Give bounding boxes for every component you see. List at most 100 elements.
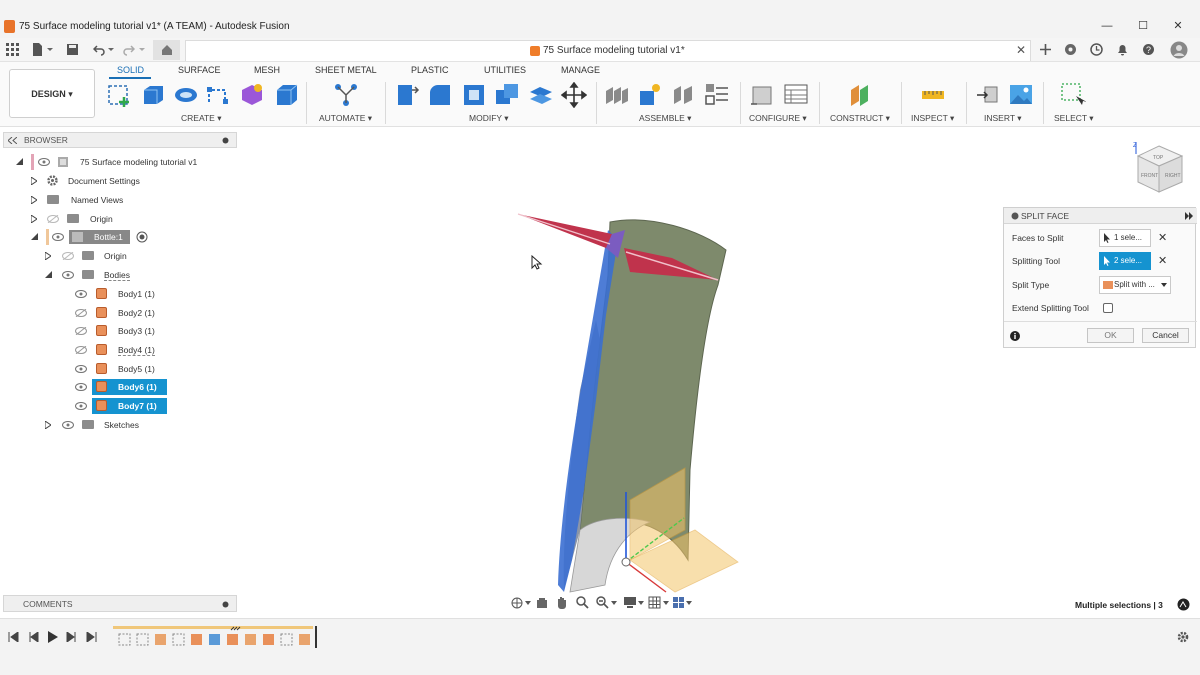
visibility-eye-icon[interactable] (38, 158, 50, 166)
visibility-eye-icon[interactable] (75, 290, 87, 298)
insert-canvas-icon[interactable] (1008, 82, 1034, 108)
expand-dialog-icon[interactable] (1185, 212, 1193, 220)
step-forward-icon[interactable] (66, 632, 77, 642)
clear-splitting-tool-button[interactable]: ✕ (1158, 254, 1167, 267)
extrude-icon[interactable] (140, 82, 166, 108)
tab-solid[interactable]: SOLID (117, 65, 144, 75)
chevron-down-icon[interactable] (611, 601, 617, 605)
splitting-tool-field[interactable]: 2 sele... (1099, 252, 1151, 270)
expanded-triangle-icon[interactable] (45, 271, 52, 278)
tab-plastic[interactable]: PLASTIC (411, 65, 449, 75)
undo-icon[interactable] (93, 43, 106, 56)
tree-root-row[interactable]: 75 Surface modeling tutorial v1 (16, 154, 211, 170)
minimize-button[interactable]: — (1099, 18, 1115, 34)
new-tab-plus-icon[interactable] (1039, 43, 1052, 56)
panel-pin-icon[interactable] (222, 137, 229, 144)
user-avatar-icon[interactable] (1170, 41, 1188, 59)
expanded-triangle-icon[interactable] (16, 158, 23, 165)
fillet-icon[interactable] (427, 82, 453, 108)
modify-group-label[interactable]: MODIFY ▾ (469, 113, 509, 124)
sweep-icon[interactable] (206, 82, 232, 108)
comments-pin-icon[interactable] (222, 601, 229, 608)
tab-sheet-metal[interactable]: SHEET METAL (315, 65, 377, 75)
notifications-bell-icon[interactable] (1116, 43, 1129, 56)
redo-dropdown-icon[interactable] (138, 43, 146, 56)
chevron-down-icon[interactable] (638, 601, 644, 605)
hidden-eye-icon[interactable] (62, 252, 74, 260)
job-status-icon[interactable] (1090, 43, 1103, 56)
grid-snaps-icon[interactable] (648, 596, 661, 609)
collapse-panel-icon[interactable] (8, 137, 17, 144)
redo-icon[interactable] (122, 43, 135, 56)
info-icon[interactable] (1010, 331, 1020, 341)
display-settings-icon[interactable] (623, 596, 637, 609)
activate-component-radio-icon[interactable] (136, 231, 148, 243)
measure-icon[interactable] (920, 82, 946, 108)
visibility-eye-icon[interactable] (62, 421, 74, 429)
tab-surface[interactable]: SURFACE (178, 65, 221, 75)
go-to-start-icon[interactable] (8, 632, 19, 642)
collapsed-triangle-icon[interactable] (31, 215, 37, 223)
collapsed-triangle-icon[interactable] (45, 252, 51, 260)
shell-icon[interactable] (461, 82, 487, 108)
step-back-icon[interactable] (28, 632, 39, 642)
configurations-icon[interactable] (783, 82, 809, 108)
help-icon[interactable]: ? (1142, 43, 1155, 56)
create-group-label[interactable]: CREATE ▾ (181, 113, 221, 124)
parameters-icon[interactable] (749, 82, 775, 108)
offset-face-icon[interactable] (528, 82, 554, 108)
file-icon[interactable] (31, 43, 44, 56)
hidden-eye-icon[interactable] (75, 346, 87, 354)
comments-panel-header[interactable]: COMMENTS (3, 595, 237, 612)
hidden-eye-icon[interactable] (75, 309, 87, 317)
chevron-down-icon[interactable] (686, 601, 692, 605)
workspace-switcher-button[interactable]: DESIGN ▾ (9, 69, 95, 118)
undo-dropdown-icon[interactable] (107, 43, 115, 56)
apps-grid-icon[interactable] (6, 43, 19, 56)
new-component-icon[interactable] (604, 82, 630, 108)
inspect-group-label[interactable]: INSPECT ▾ (911, 113, 954, 124)
orbit-icon[interactable] (511, 597, 523, 609)
go-to-end-icon[interactable] (86, 632, 97, 642)
tab-utilities[interactable]: UTILITIES (484, 65, 526, 75)
pan-hand-icon[interactable] (556, 596, 568, 609)
document-tab[interactable]: 75 Surface modeling tutorial v1* ✕ (185, 40, 1031, 61)
home-tab[interactable] (153, 40, 180, 60)
select-group-label[interactable]: SELECT ▾ (1054, 113, 1094, 124)
revolve-icon[interactable] (173, 82, 199, 108)
zoom-window-icon[interactable] (596, 596, 609, 609)
assemble-group-label[interactable]: ASSEMBLE ▾ (639, 113, 691, 124)
look-at-icon[interactable] (536, 597, 548, 609)
origin-point[interactable] (621, 557, 631, 567)
joint-icon[interactable] (637, 82, 663, 108)
play-icon[interactable] (48, 631, 58, 643)
viewports-icon[interactable] (672, 596, 685, 609)
close-tab-icon[interactable]: ✕ (1016, 43, 1026, 57)
move-copy-icon[interactable] (561, 82, 587, 108)
press-pull-icon[interactable] (394, 82, 420, 108)
automate-icon[interactable] (333, 82, 359, 108)
offset-plane-icon[interactable] (848, 82, 874, 108)
insert-derive-icon[interactable] (975, 82, 1001, 108)
clear-faces-selection-button[interactable]: ✕ (1158, 231, 1167, 244)
construct-group-label[interactable]: CONSTRUCT ▾ (830, 113, 890, 124)
form-icon[interactable] (239, 82, 265, 108)
chevron-down-icon[interactable] (525, 601, 531, 605)
cancel-button[interactable]: Cancel (1142, 328, 1189, 343)
collapsed-triangle-icon[interactable] (45, 421, 51, 429)
viewcube[interactable]: TOP FRONT RIGHT Z (1128, 140, 1190, 202)
extend-splitting-tool-checkbox[interactable] (1103, 303, 1113, 313)
extensions-icon[interactable] (1064, 43, 1077, 56)
split-face-header[interactable]: SPLIT FACE (1004, 208, 1197, 224)
insert-group-label[interactable]: INSERT ▾ (984, 113, 1022, 124)
box-icon[interactable] (274, 82, 300, 108)
browser-panel-header[interactable]: BROWSER (3, 132, 237, 148)
close-window-button[interactable]: ✕ (1170, 18, 1186, 34)
split-type-dropdown[interactable]: Split with ... (1099, 276, 1171, 294)
timeline-settings-gear-icon[interactable] (1177, 631, 1189, 643)
file-dropdown-icon[interactable] (46, 43, 54, 56)
maximize-button[interactable]: ☐ (1135, 18, 1151, 34)
chevron-down-icon[interactable] (663, 601, 669, 605)
automate-group-label[interactable]: AUTOMATE ▾ (319, 113, 372, 124)
collapsed-triangle-icon[interactable] (31, 196, 37, 204)
